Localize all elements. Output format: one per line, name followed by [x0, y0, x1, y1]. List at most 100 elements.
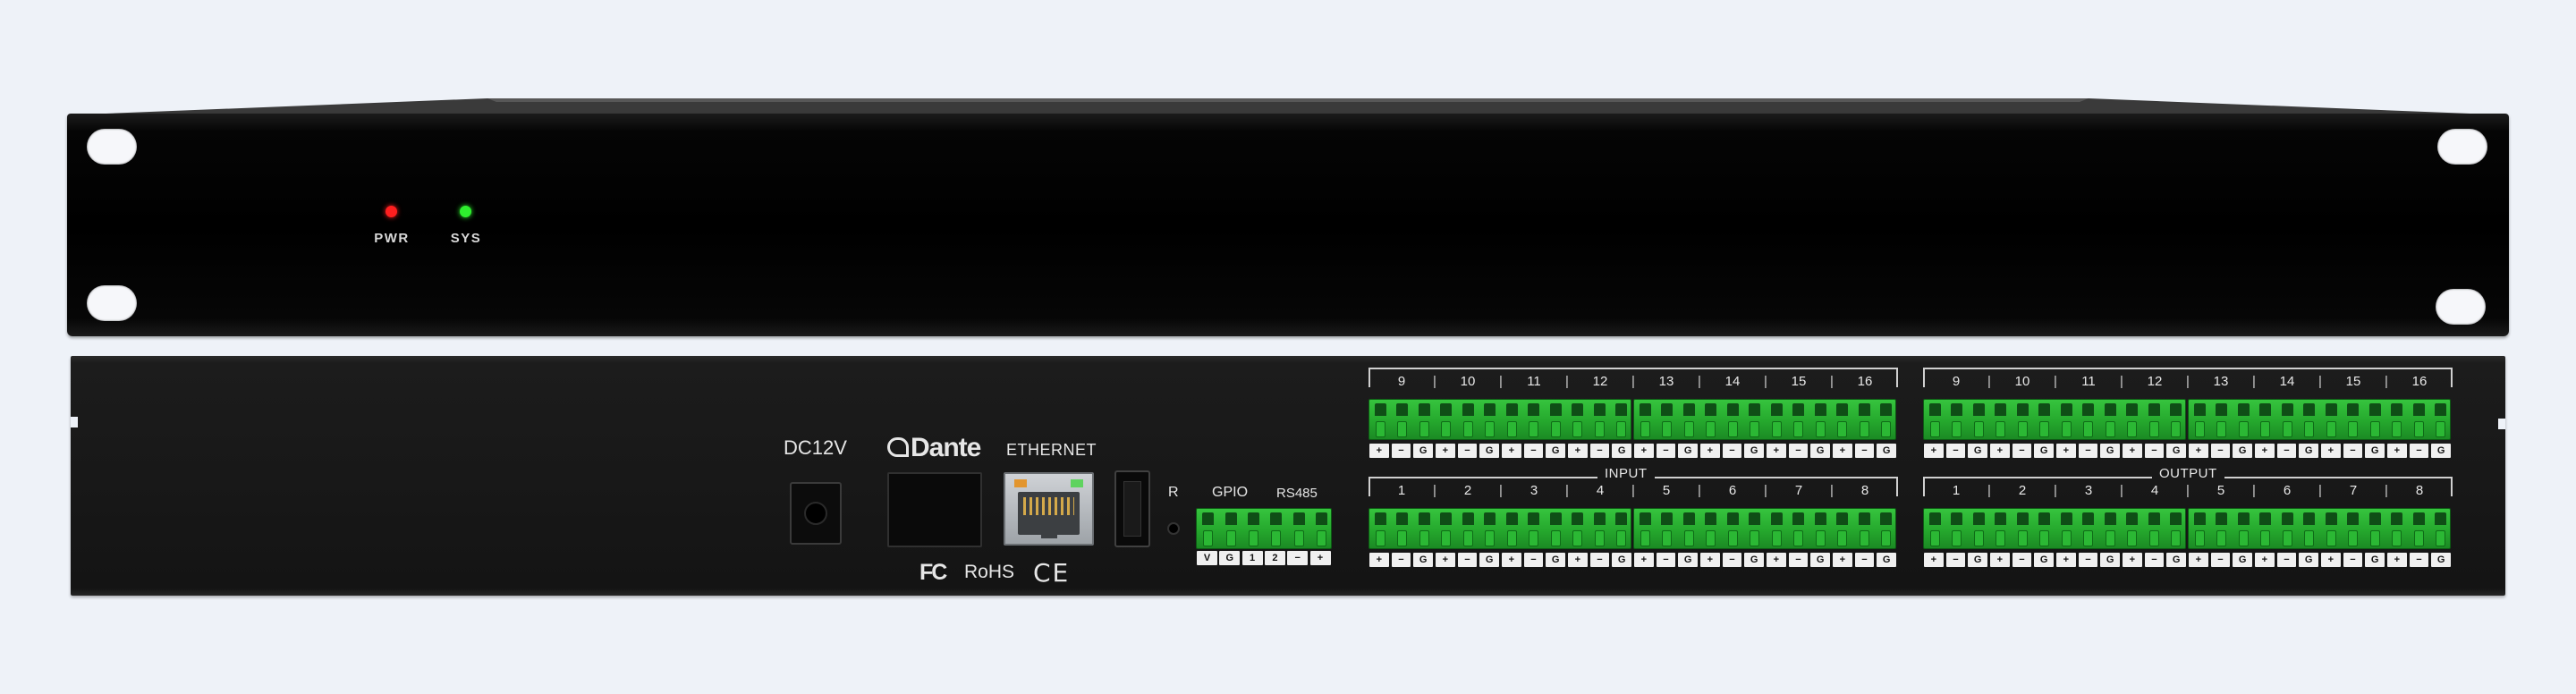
channel-separator: | — [1565, 483, 1569, 498]
channel-pin-label: − — [1656, 553, 1676, 567]
terminal-screw — [1952, 421, 1962, 437]
terminal-pin-slot — [1836, 403, 1849, 416]
terminal-pin-slot — [1705, 403, 1717, 416]
input-channel-number: 3 — [1530, 483, 1538, 498]
terminal-screw — [1750, 421, 1760, 437]
reset-button[interactable] — [1167, 522, 1180, 535]
output-channel-number: 15 — [2345, 374, 2361, 389]
rack-ear-hole — [87, 285, 137, 321]
channel-pin-label: − — [2343, 444, 2363, 458]
output-bottom-terminal-block[interactable] — [2188, 508, 2451, 549]
terminal-pin-slot — [1615, 403, 1628, 416]
terminal-screw — [1837, 421, 1848, 437]
output-channel-number: 3 — [2084, 483, 2093, 498]
channel-pin-label: + — [1924, 553, 1944, 567]
channel-separator: | — [1565, 374, 1569, 389]
terminal-pin-slot — [2347, 403, 2360, 416]
ethernet-label: ETHERNET — [1006, 441, 1097, 459]
terminal-pin-slot — [2126, 512, 2139, 525]
gpio-pin-label: G — [1219, 551, 1241, 565]
channel-pin-label: G — [2299, 444, 2318, 458]
terminal-pin-slot — [1462, 403, 1474, 416]
channel-separator: | — [2186, 483, 2190, 498]
channel-pin-label: − — [1656, 444, 1676, 458]
terminal-pin-slot — [1749, 512, 1761, 525]
channel-pin-label: + — [2321, 444, 2341, 458]
usb-port[interactable] — [1114, 470, 1150, 547]
output-top-terminal-block[interactable] — [2188, 399, 2451, 440]
channel-separator: | — [2120, 483, 2123, 498]
channel-pin-label: + — [1700, 553, 1720, 567]
terminal-pin-slot — [1928, 403, 1941, 416]
input-section-label: INPUT — [1597, 466, 1655, 481]
terminal-screw — [1706, 530, 1716, 546]
terminal-pin-slot — [1484, 512, 1496, 525]
channel-separator: | — [2054, 483, 2057, 498]
terminal-screw — [1594, 530, 1605, 546]
channel-pin-label: − — [2409, 444, 2429, 458]
pwr-led — [386, 206, 397, 217]
terminal-screw — [1462, 421, 1473, 437]
terminal-screw — [1973, 530, 1984, 546]
channel-separator: | — [1433, 374, 1436, 389]
terminal-screw — [2194, 530, 2205, 546]
terminal-screw — [2148, 530, 2159, 546]
dante-module-port[interactable] — [887, 472, 982, 547]
input-bottom-terminal-block[interactable] — [1633, 508, 1896, 549]
terminal-pin-slot — [2368, 512, 2381, 525]
channel-pin-label: − — [1945, 553, 1966, 567]
terminal-screw — [1973, 421, 1984, 437]
output-bottom-terminal-block[interactable] — [1923, 508, 2186, 549]
channel-pin-label: + — [1436, 444, 1455, 458]
channel-pin-label: + — [1369, 444, 1389, 458]
output-top-terminal-block[interactable] — [1923, 399, 2186, 440]
terminal-screw — [1727, 421, 1738, 437]
input-bottom-terminal-block[interactable] — [1368, 508, 1631, 549]
terminal-screw — [1550, 421, 1561, 437]
channel-pin-label: + — [1833, 553, 1852, 567]
channel-pin-label: + — [2123, 553, 2142, 567]
channel-pin-label: − — [1788, 553, 1809, 567]
channel-pin-label: − — [1854, 553, 1875, 567]
input-top-terminal-block[interactable] — [1633, 399, 1896, 440]
channel-pin-label: G — [1546, 444, 1565, 458]
terminal-pin-slot — [1593, 403, 1606, 416]
channel-pin-label: + — [2189, 553, 2208, 567]
channel-pin-label: G — [2100, 444, 2120, 458]
channel-pin-label: G — [2034, 444, 2054, 458]
terminal-pin-slot — [1770, 512, 1783, 525]
input-top-terminal-block[interactable] — [1368, 399, 1631, 440]
terminal-pin-slot — [1440, 512, 1453, 525]
input-channel-number: 9 — [1397, 374, 1406, 389]
terminal-pin-slot — [2216, 512, 2228, 525]
terminal-pin-slot — [2126, 403, 2139, 416]
terminal-screw — [2127, 421, 2138, 437]
output-channel-number: 9 — [1952, 374, 1961, 389]
terminal-pin-slot — [2193, 403, 2206, 416]
ethernet-port[interactable] — [1004, 472, 1094, 546]
terminal-screw — [1485, 530, 1496, 546]
terminal-screw — [2392, 530, 2402, 546]
terminal-pin-slot — [1726, 512, 1739, 525]
channel-separator: | — [2120, 374, 2123, 389]
terminal-pin-slot — [2347, 512, 2360, 525]
terminal-screw — [1616, 421, 1627, 437]
gpio-rs485-terminal-block[interactable] — [1196, 508, 1332, 549]
terminal-pin-slot — [2391, 512, 2403, 525]
channel-pin-label: − — [1523, 444, 1544, 458]
input-channel-number: 10 — [1460, 374, 1476, 389]
terminal-screw — [1837, 530, 1848, 546]
terminal-screw — [2238, 421, 2249, 437]
terminal-pin-slot — [2038, 403, 2051, 416]
gpio-pin-labels: V G 1 2− + — [1196, 551, 1332, 565]
gpio-pin-label: 1 — [1241, 551, 1263, 565]
dc-power-jack[interactable] — [790, 482, 842, 545]
input-channel-number: 15 — [1791, 374, 1807, 389]
channel-pin-label: − — [1945, 444, 1966, 458]
sys-led-label: SYS — [450, 231, 482, 246]
terminal-screw — [1996, 530, 2006, 546]
terminal-screw — [1485, 421, 1496, 437]
terminal-pin-slot — [2060, 512, 2072, 525]
terminal-screw — [1441, 530, 1452, 546]
terminal-screw — [2326, 421, 2336, 437]
